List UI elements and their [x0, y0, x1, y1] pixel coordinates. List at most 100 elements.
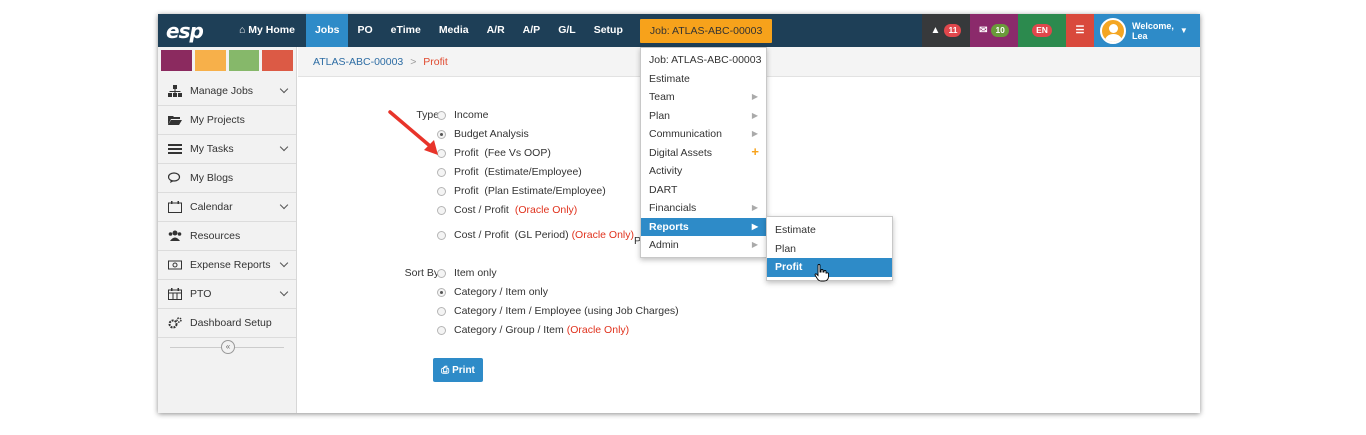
- sidebar-item-label: PTO: [190, 288, 212, 300]
- type-option-profit-fee-vs-oop[interactable]: Profit (Fee Vs OOP): [437, 147, 551, 159]
- theme-swatch-green[interactable]: [228, 50, 260, 71]
- messages-button[interactable]: ✉ 10: [970, 14, 1018, 47]
- job-dropdown-menu: Job: ATLAS-ABC-00003 Estimate Team ▶ Pla…: [640, 47, 767, 258]
- nav-my-home-label: My Home: [248, 24, 295, 36]
- nav-media[interactable]: Media: [430, 14, 478, 47]
- menu-item-plan[interactable]: Plan ▶: [641, 107, 766, 126]
- app-window: esp ⌂ My Home Jobs PO eTime Media A/R A/…: [158, 14, 1200, 413]
- submenu-item-estimate[interactable]: Estimate: [767, 221, 892, 240]
- sort-option-category-item[interactable]: Category / Item only: [437, 286, 548, 298]
- user-name: Lea: [1132, 30, 1148, 41]
- collapse-sidebar-button[interactable]: «: [221, 340, 235, 354]
- sidebar-item-dashboard-setup[interactable]: Dashboard Setup: [158, 309, 296, 338]
- radio-button[interactable]: [437, 306, 446, 316]
- welcome-label: Welcome,: [1132, 20, 1174, 31]
- radio-button[interactable]: [437, 325, 446, 335]
- sidebar-item-my-projects[interactable]: My Projects: [158, 106, 296, 135]
- nav-ar[interactable]: A/R: [478, 14, 514, 47]
- sitemap-icon: [168, 85, 182, 97]
- chevron-down-icon: [279, 200, 289, 210]
- radio-button[interactable]: [437, 230, 446, 240]
- sidebar-item-manage-jobs[interactable]: Manage Jobs: [158, 77, 296, 106]
- sidebar-item-label: Expense Reports: [190, 259, 271, 271]
- theme-swatch-red[interactable]: [262, 50, 293, 71]
- users-icon: [168, 230, 182, 242]
- chevron-down-icon: [279, 84, 289, 94]
- nav-gl[interactable]: G/L: [549, 14, 585, 47]
- nav-setup[interactable]: Setup: [585, 14, 632, 47]
- menu-item-communication[interactable]: Communication ▶: [641, 125, 766, 144]
- sidebar-item-expense-reports[interactable]: Expense Reports: [158, 251, 296, 280]
- sort-option-category-item-employee[interactable]: Category / Item / Employee (using Job Ch…: [437, 305, 679, 317]
- menu-item-admin[interactable]: Admin ▶: [641, 236, 766, 255]
- menu-item-team[interactable]: Team ▶: [641, 88, 766, 107]
- money-icon: [168, 259, 182, 271]
- sidebar-item-label: Manage Jobs: [190, 85, 254, 97]
- radio-button-selected[interactable]: [437, 287, 446, 297]
- breadcrumb-current: Profit: [423, 56, 448, 68]
- menu-item-dart[interactable]: DART: [641, 181, 766, 200]
- menu-item-label: Digital Assets: [649, 146, 713, 159]
- sidebar-item-resources[interactable]: Resources: [158, 222, 296, 251]
- type-option-cost-profit[interactable]: Cost / Profit (Oracle Only): [437, 204, 577, 216]
- chevron-right-icon: ▶: [751, 203, 758, 212]
- theme-swatches: [161, 47, 293, 71]
- nav-job-menu[interactable]: Job: ATLAS-ABC-00003: [639, 18, 773, 43]
- sidebar-item-label: My Projects: [190, 114, 245, 126]
- folder-open-icon: [168, 114, 182, 126]
- menu-item-job[interactable]: Job: ATLAS-ABC-00003: [641, 51, 766, 70]
- language-badge: EN: [1032, 24, 1052, 37]
- theme-swatch-purple[interactable]: [161, 50, 192, 71]
- nav-etime[interactable]: eTime: [382, 14, 430, 47]
- sort-option-label: Category / Group / Item: [454, 324, 564, 336]
- type-option-budget-analysis[interactable]: Budget Analysis: [437, 128, 529, 140]
- alerts-count: 11: [944, 24, 962, 37]
- alerts-button[interactable]: ▲ 11: [922, 14, 970, 47]
- calendar-grid-icon: [168, 288, 182, 300]
- type-option-profit-plan-estimate-employee[interactable]: Profit (Plan Estimate/Employee): [437, 185, 606, 197]
- type-option-label: Budget Analysis: [454, 128, 529, 140]
- radio-button[interactable]: [437, 268, 446, 278]
- nav-my-home[interactable]: ⌂ My Home: [230, 14, 304, 47]
- plus-icon[interactable]: +: [751, 143, 759, 162]
- nav-jobs[interactable]: Jobs: [305, 14, 349, 47]
- type-option-profit-estimate-employee[interactable]: Profit (Estimate/Employee): [437, 166, 582, 178]
- menu-item-reports[interactable]: Reports ▶: [641, 217, 766, 236]
- chevron-right-icon: ▶: [751, 221, 758, 231]
- sort-option-label: Category / Item only: [454, 286, 548, 298]
- print-button[interactable]: ⎙ Print: [433, 358, 483, 382]
- breadcrumb-job-link[interactable]: ATLAS-ABC-00003: [313, 56, 403, 68]
- menu-item-estimate[interactable]: Estimate: [641, 70, 766, 89]
- radio-button[interactable]: [437, 205, 446, 215]
- sidebar-item-label: Resources: [190, 230, 241, 242]
- sort-option-category-group-item[interactable]: Category / Group / Item (Oracle Only): [437, 324, 629, 336]
- print-icon: ⎙: [441, 364, 450, 376]
- chevron-down-icon: [279, 258, 289, 268]
- menu-item-digital-assets[interactable]: Digital Assets +: [641, 144, 766, 163]
- menu-item-financials[interactable]: Financials ▶: [641, 199, 766, 218]
- print-button-label: Print: [452, 364, 475, 376]
- radio-button[interactable]: [437, 167, 446, 177]
- type-option-cost-profit-gl-period[interactable]: Cost / Profit (GL Period) (Oracle Only): [437, 229, 634, 241]
- nav-ap[interactable]: A/P: [514, 14, 550, 47]
- radio-button[interactable]: [437, 186, 446, 196]
- sidebar-item-my-blogs[interactable]: My Blogs: [158, 164, 296, 193]
- language-button[interactable]: EN: [1018, 14, 1066, 47]
- database-button[interactable]: ☰: [1066, 14, 1094, 47]
- sidebar-item-calendar[interactable]: Calendar: [158, 193, 296, 222]
- theme-swatch-orange[interactable]: [194, 50, 226, 71]
- type-option-label: Income: [454, 109, 489, 121]
- oracle-only-note: (Oracle Only): [514, 204, 578, 216]
- database-icon: ☰: [1075, 25, 1085, 36]
- menu-item-label: Plan: [649, 109, 671, 122]
- oracle-only-note: (Oracle Only): [566, 324, 630, 336]
- sidebar-item-my-tasks[interactable]: My Tasks: [158, 135, 296, 164]
- nav-po[interactable]: PO: [348, 14, 381, 47]
- caret-down-icon: ▼: [1179, 26, 1188, 35]
- sort-option-item-only[interactable]: Item only: [437, 267, 497, 279]
- sidebar-item-pto[interactable]: PTO: [158, 280, 296, 309]
- user-menu[interactable]: Welcome, Lea ▼: [1094, 14, 1200, 47]
- menu-item-activity[interactable]: Activity: [641, 162, 766, 181]
- submenu-item-plan[interactable]: Plan: [767, 240, 892, 259]
- app-logo[interactable]: esp: [166, 19, 210, 43]
